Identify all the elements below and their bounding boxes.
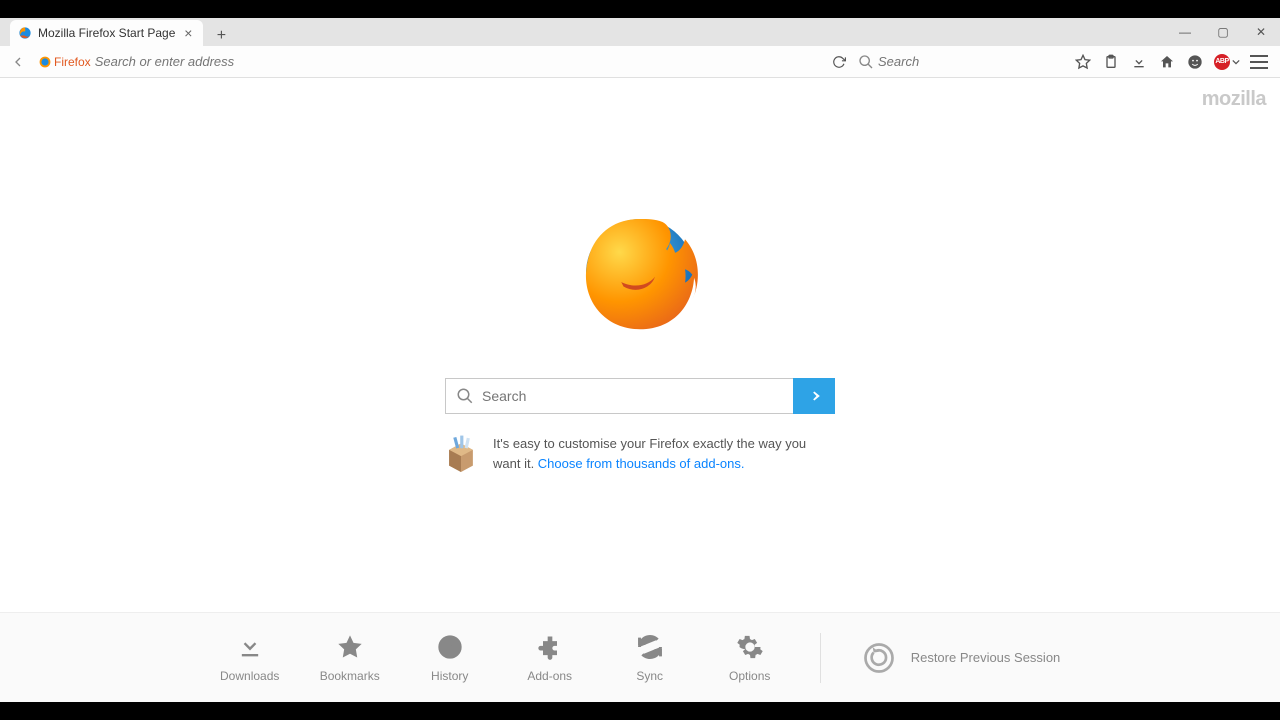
launcher-downloads[interactable]: Downloads xyxy=(220,633,280,683)
promo-message: It's easy to customise your Firefox exac… xyxy=(445,434,835,473)
addons-box-icon xyxy=(445,434,477,472)
launcher-label: Bookmarks xyxy=(320,669,380,683)
launchers: Downloads Bookmarks History Add-ons Sync xyxy=(220,633,780,683)
identity-label: Firefox xyxy=(54,55,91,69)
promo-link[interactable]: Choose from thousands of add-ons. xyxy=(538,456,745,471)
page-search-input[interactable] xyxy=(482,388,783,404)
reload-button[interactable] xyxy=(828,51,850,73)
abp-icon[interactable]: ABP xyxy=(1214,53,1240,71)
bookmark-star-icon[interactable] xyxy=(1074,53,1092,71)
launcher-history[interactable]: History xyxy=(420,633,480,683)
mozilla-brand: mozilla xyxy=(1202,88,1266,111)
downloads-icon[interactable] xyxy=(1130,53,1148,71)
home-icon[interactable] xyxy=(1158,53,1176,71)
search-icon xyxy=(456,387,474,405)
browser-chrome: Mozilla Firefox Start Page × + — ▢ ✕ Fir… xyxy=(0,18,1280,702)
page-content: mozilla xyxy=(0,78,1280,702)
launcher-label: Add-ons xyxy=(527,669,572,683)
maximize-button[interactable]: ▢ xyxy=(1204,18,1242,46)
launcher-label: Downloads xyxy=(220,669,279,683)
tab-close-icon[interactable]: × xyxy=(181,26,195,40)
clipboard-icon[interactable] xyxy=(1102,53,1120,71)
start-center: It's easy to customise your Firefox exac… xyxy=(430,198,850,473)
restore-icon xyxy=(861,640,897,676)
launcher-sync[interactable]: Sync xyxy=(620,633,680,683)
url-input[interactable] xyxy=(95,54,819,69)
search-go-button[interactable] xyxy=(793,378,835,414)
nav-bar: Firefox ABP xyxy=(0,46,1280,78)
back-button[interactable] xyxy=(6,50,30,74)
firefox-favicon xyxy=(18,26,32,40)
launcher-label: Options xyxy=(729,669,770,683)
launcher-bookmarks[interactable]: Bookmarks xyxy=(320,633,380,683)
smiley-icon[interactable] xyxy=(1186,53,1204,71)
toolbar-search-input[interactable] xyxy=(878,54,1060,69)
page-search-box[interactable] xyxy=(445,378,793,414)
launcher-footer: Downloads Bookmarks History Add-ons Sync xyxy=(0,612,1280,702)
window: Mozilla Firefox Start Page × + — ▢ ✕ Fir… xyxy=(0,0,1280,720)
promo-text: It's easy to customise your Firefox exac… xyxy=(493,434,835,473)
toolbar-search[interactable] xyxy=(854,50,1064,74)
launcher-addons[interactable]: Add-ons xyxy=(520,633,580,683)
tab-title: Mozilla Firefox Start Page xyxy=(38,26,175,40)
restore-session-button[interactable]: Restore Previous Session xyxy=(861,640,1061,676)
toolbar-icons: ABP xyxy=(1068,53,1274,71)
firefox-logo xyxy=(565,198,715,348)
tab-bar: Mozilla Firefox Start Page × + — ▢ ✕ xyxy=(0,18,1280,46)
minimize-button[interactable]: — xyxy=(1166,18,1204,46)
tab-active[interactable]: Mozilla Firefox Start Page × xyxy=(10,20,203,46)
footer-divider xyxy=(820,633,821,683)
search-icon xyxy=(858,54,874,70)
identity-box[interactable]: Firefox xyxy=(39,55,91,69)
close-window-button[interactable]: ✕ xyxy=(1242,18,1280,46)
launcher-label: Sync xyxy=(636,669,663,683)
new-tab-button[interactable]: + xyxy=(209,26,233,46)
launcher-options[interactable]: Options xyxy=(720,633,780,683)
page-search-bar xyxy=(445,378,835,414)
menu-button[interactable] xyxy=(1250,55,1268,69)
window-controls: — ▢ ✕ xyxy=(1166,18,1280,46)
launcher-label: History xyxy=(431,669,468,683)
restore-label: Restore Previous Session xyxy=(911,650,1061,665)
url-bar[interactable]: Firefox xyxy=(34,50,824,74)
